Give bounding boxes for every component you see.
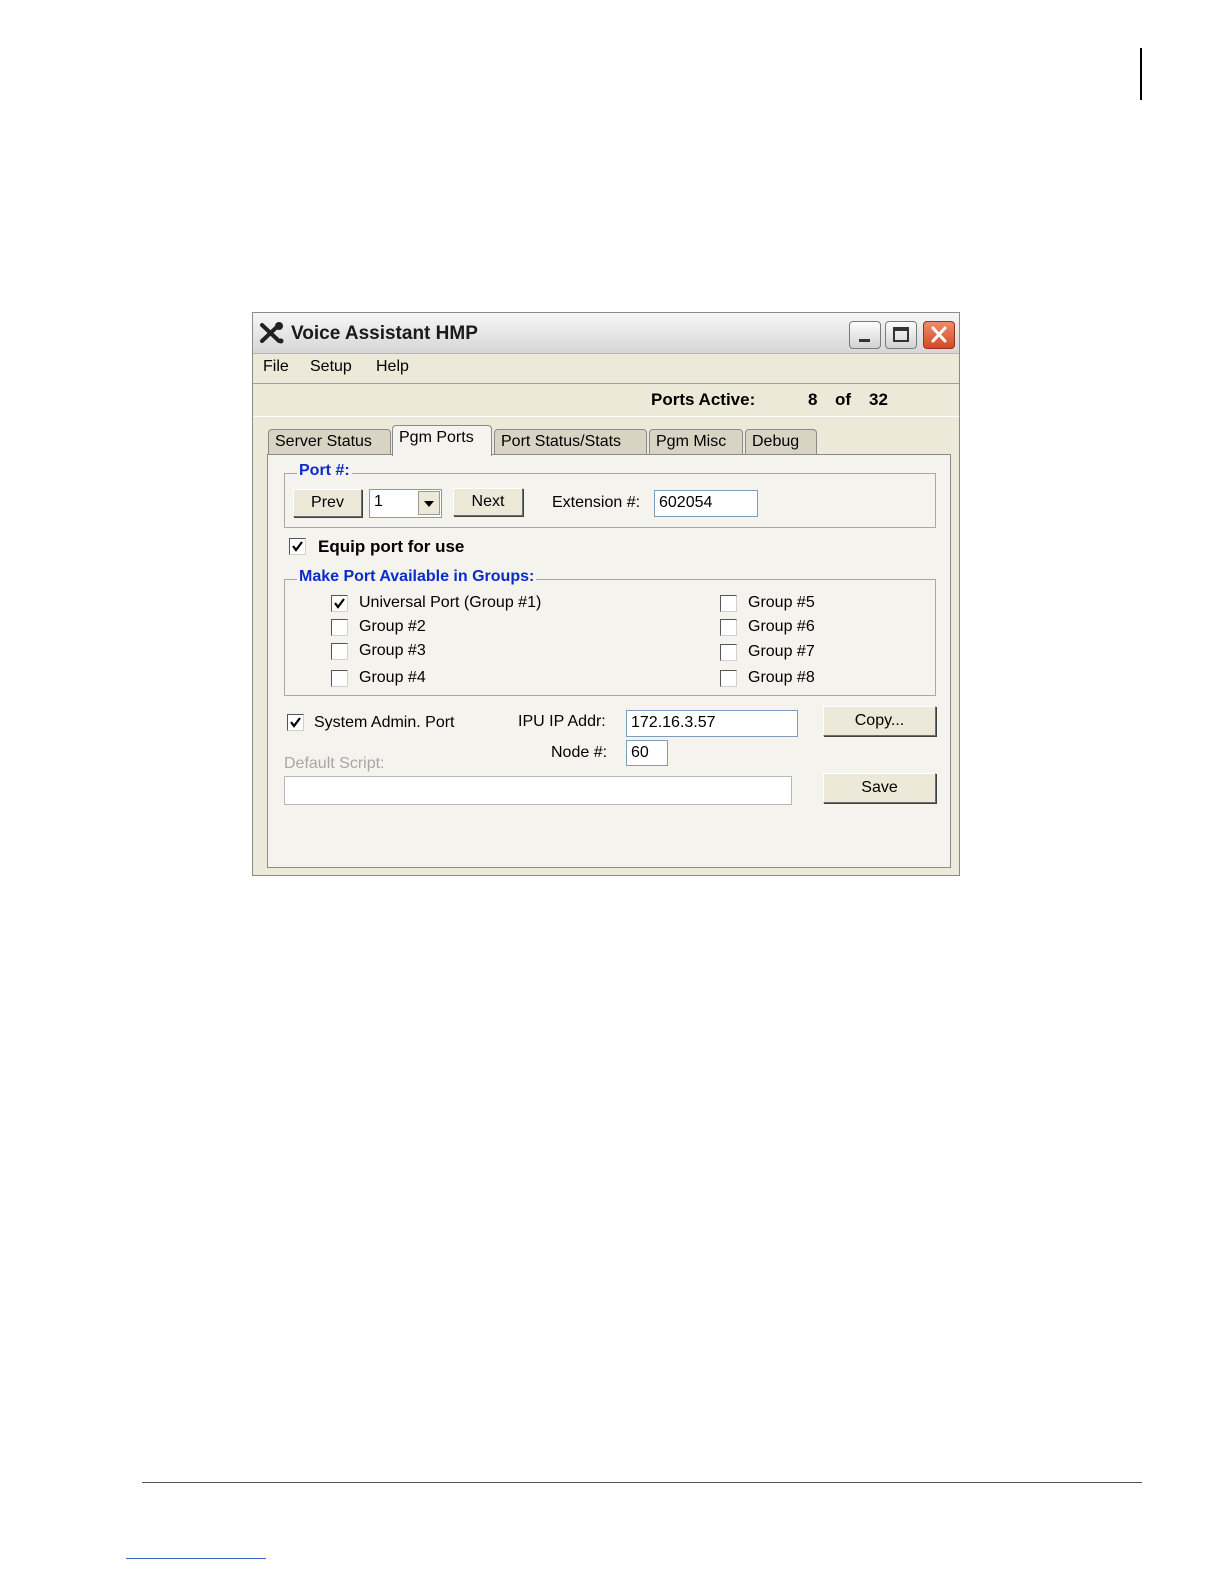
port-number-group: Port #: Prev 1 Next Extension #: 602054 <box>284 462 936 528</box>
tab-server-status[interactable]: Server Status <box>268 429 391 455</box>
port-select[interactable]: 1 <box>369 489 442 518</box>
node-number-input[interactable]: 60 <box>626 740 668 766</box>
tab-debug[interactable]: Debug <box>745 429 817 455</box>
maximize-icon <box>893 327 909 342</box>
equip-port-checkbox[interactable] <box>289 538 306 555</box>
close-icon <box>931 326 947 343</box>
group-4-label: Group #4 <box>359 669 426 686</box>
chevron-down-icon <box>424 501 434 507</box>
close-button[interactable] <box>923 321 955 349</box>
group-1-checkbox[interactable] <box>331 595 348 612</box>
group-7-checkbox[interactable] <box>720 644 737 661</box>
tab-port-status-stats[interactable]: Port Status/Stats <box>494 429 647 455</box>
maximize-button[interactable] <box>885 321 917 349</box>
ports-status-bar: Ports Active: 8 of 32 <box>253 383 959 417</box>
menu-bar: File Setup Help <box>253 354 959 380</box>
extension-label: Extension #: <box>552 494 641 511</box>
dropdown-arrow[interactable] <box>418 491 440 515</box>
title-bar[interactable]: Voice Assistant HMP <box>253 313 959 354</box>
tab-pgm-ports[interactable]: Pgm Ports <box>392 425 492 456</box>
group-6-checkbox[interactable] <box>720 619 737 636</box>
groups-group: Make Port Available in Groups: Universal… <box>284 568 936 696</box>
menu-setup[interactable]: Setup <box>310 358 352 376</box>
tools-icon <box>260 322 284 344</box>
group-1-label: Universal Port (Group #1) <box>359 594 542 611</box>
group-2-checkbox[interactable] <box>331 619 348 636</box>
system-admin-label: System Admin. Port <box>314 714 455 731</box>
group-6-label: Group #6 <box>748 618 815 635</box>
group-7-label: Group #7 <box>748 643 815 660</box>
port-number-legend: Port #: <box>297 462 352 480</box>
save-button[interactable]: Save <box>823 773 936 803</box>
tab-pgm-misc[interactable]: Pgm Misc <box>649 429 743 455</box>
menu-file[interactable]: File <box>263 358 289 376</box>
group-3-label: Group #3 <box>359 642 426 659</box>
group-3-checkbox[interactable] <box>331 643 348 660</box>
group-4-checkbox[interactable] <box>331 670 348 687</box>
minimize-icon <box>859 339 870 342</box>
ports-total-count: 32 <box>869 390 888 409</box>
prev-button[interactable]: Prev <box>293 489 362 517</box>
app-window: Voice Assistant HMP File Setup Help Port… <box>252 312 960 876</box>
copy-button[interactable]: Copy... <box>823 706 936 736</box>
window-title: Voice Assistant HMP <box>291 323 478 344</box>
default-script-input[interactable] <box>284 776 792 805</box>
ports-active-label: Ports Active: <box>651 390 756 409</box>
group-8-checkbox[interactable] <box>720 670 737 687</box>
equip-port-label: Equip port for use <box>318 537 465 556</box>
page-footer-link-underline <box>126 1558 266 1559</box>
group-2-label: Group #2 <box>359 618 426 635</box>
next-button[interactable]: Next <box>453 488 523 516</box>
node-number-label: Node #: <box>551 744 608 761</box>
group-5-checkbox[interactable] <box>720 595 737 612</box>
group-8-label: Group #8 <box>748 669 815 686</box>
group-5-label: Group #5 <box>748 594 815 611</box>
menu-help[interactable]: Help <box>376 358 409 376</box>
ports-active-count: 8 <box>808 390 818 409</box>
groups-legend: Make Port Available in Groups: <box>297 568 537 586</box>
checkmark-icon <box>334 598 345 609</box>
port-select-value: 1 <box>374 493 383 510</box>
ipu-ip-label: IPU IP Addr: <box>518 713 606 730</box>
ipu-ip-input[interactable]: 172.16.3.57 <box>626 710 798 737</box>
extension-input[interactable]: 602054 <box>654 490 758 517</box>
minimize-button[interactable] <box>849 321 881 349</box>
ports-of-label: of <box>835 390 852 409</box>
pgm-ports-panel: Port #: Prev 1 Next Extension #: 602054 … <box>267 454 951 868</box>
page-footer-rule <box>142 1482 1142 1483</box>
page-margin-rule <box>1140 48 1142 100</box>
system-admin-checkbox[interactable] <box>287 714 304 731</box>
checkmark-icon <box>290 717 301 728</box>
default-script-label: Default Script: <box>284 755 385 772</box>
checkmark-icon <box>292 541 303 552</box>
